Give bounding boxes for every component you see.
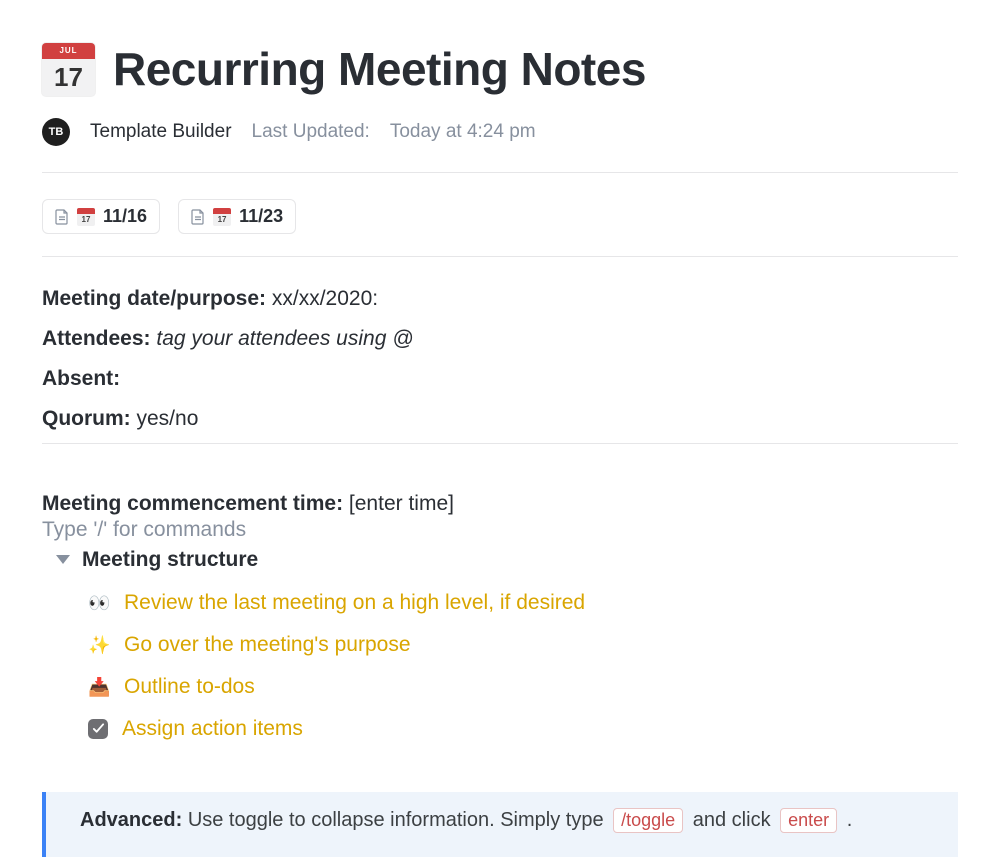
field-quorum[interactable]: Quorum: yes/no xyxy=(42,399,958,439)
field-value: tag your attendees using @ xyxy=(156,327,413,350)
author-name[interactable]: Template Builder xyxy=(90,121,232,143)
field-label: Meeting date/purpose: xyxy=(42,287,266,310)
last-updated-value: Today at 4:24 pm xyxy=(390,121,536,143)
linked-page-1116[interactable]: 17 11/16 xyxy=(42,199,160,234)
structure-item-assign: Assign action items xyxy=(88,708,958,750)
structure-link[interactable]: Go over the meeting's purpose xyxy=(124,624,411,666)
field-attendees[interactable]: Attendees: tag your attendees using @ xyxy=(42,319,958,359)
linked-page-1123[interactable]: 17 11/23 xyxy=(178,199,296,234)
field-value: xx/xx/2020: xyxy=(272,287,378,310)
field-label: Quorum: xyxy=(42,407,131,430)
advanced-callout: Advanced: Use toggle to collapse informa… xyxy=(42,792,958,857)
callout-segment: Use toggle to collapse information. Simp… xyxy=(188,809,604,831)
last-updated-label: Last Updated: xyxy=(252,121,370,143)
calendar-icon-day: 17 xyxy=(42,59,95,96)
structure-item-todos: 📥 Outline to-dos xyxy=(88,666,958,708)
field-value: yes/no xyxy=(137,407,199,430)
callout-segment: . xyxy=(847,809,853,831)
callout-strong: Advanced: xyxy=(80,809,182,831)
field-label: Absent: xyxy=(42,367,120,390)
field-value: [enter time] xyxy=(349,492,454,515)
divider xyxy=(42,443,958,444)
divider xyxy=(42,172,958,173)
eyes-icon: 👀 xyxy=(88,585,110,621)
field-meeting-date[interactable]: Meeting date/purpose: xx/xx/2020: xyxy=(42,279,958,319)
inbox-icon: 📥 xyxy=(88,669,110,705)
linked-page-label: 11/16 xyxy=(103,206,147,227)
toggle-title[interactable]: Meeting structure xyxy=(82,548,258,572)
calendar-mini-icon: 17 xyxy=(77,208,95,226)
calendar-icon: JUL 17 xyxy=(42,43,95,96)
enter-key-pill: enter xyxy=(780,808,837,833)
calendar-icon-month: JUL xyxy=(42,43,95,59)
linked-page-label: 11/23 xyxy=(239,206,283,227)
chevron-down-icon[interactable] xyxy=(56,555,70,564)
toggle-command-pill: /toggle xyxy=(613,808,683,833)
sparkles-icon: ✨ xyxy=(88,627,110,663)
slash-command-hint[interactable]: Type '/' for commands xyxy=(42,518,958,542)
divider xyxy=(42,256,958,257)
structure-items: 👀 Review the last meeting on a high leve… xyxy=(88,582,958,750)
structure-item-review: 👀 Review the last meeting on a high leve… xyxy=(88,582,958,624)
avatar[interactable]: TB xyxy=(42,118,70,146)
callout-segment: and click xyxy=(693,809,771,831)
field-label: Attendees: xyxy=(42,327,151,350)
calendar-mini-icon: 17 xyxy=(213,208,231,226)
field-label: Meeting commencement time: xyxy=(42,492,343,515)
structure-link[interactable]: Outline to-dos xyxy=(124,666,255,708)
linked-pages-row: 17 11/16 17 11/23 xyxy=(42,199,958,234)
field-absent[interactable]: Absent: xyxy=(42,359,958,399)
structure-item-purpose: ✨ Go over the meeting's purpose xyxy=(88,624,958,666)
callout-text: Advanced: Use toggle to collapse informa… xyxy=(80,808,852,833)
checkbox-icon xyxy=(88,719,108,739)
document-icon xyxy=(191,209,205,225)
structure-link[interactable]: Assign action items xyxy=(122,708,303,750)
document-icon xyxy=(55,209,69,225)
structure-link[interactable]: Review the last meeting on a high level,… xyxy=(124,582,585,624)
page-title: Recurring Meeting Notes xyxy=(113,42,646,96)
field-commencement[interactable]: Meeting commencement time: [enter time] xyxy=(42,492,958,516)
